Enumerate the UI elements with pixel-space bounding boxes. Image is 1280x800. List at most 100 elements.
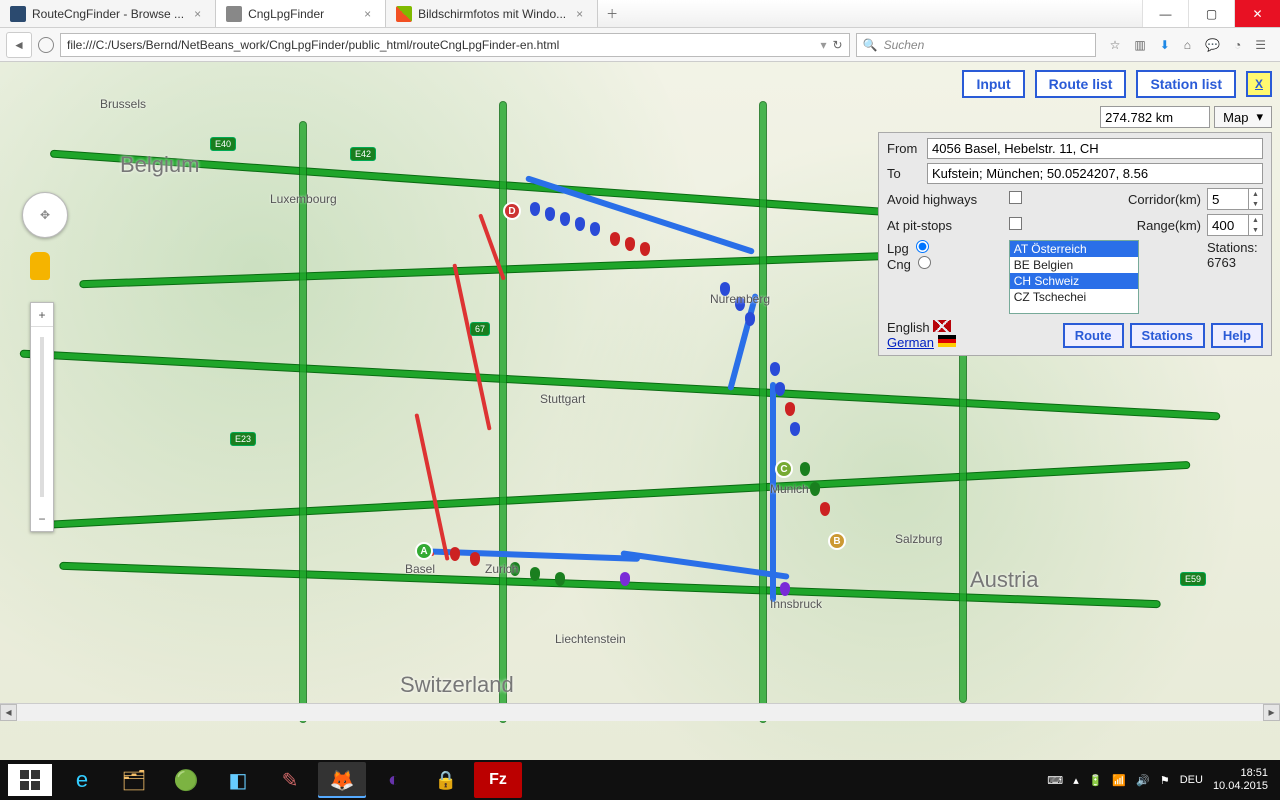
help-button[interactable]: Help: [1211, 323, 1263, 348]
tab-label: CngLpgFinder: [248, 7, 354, 21]
clock-date[interactable]: 10.04.2015: [1213, 780, 1268, 793]
flag-icon[interactable]: ⚑: [1160, 774, 1170, 787]
waypoint-c[interactable]: C: [775, 460, 793, 478]
avoid-highways-checkbox[interactable]: [1009, 191, 1022, 204]
keyboard-icon[interactable]: ⌨: [1047, 774, 1063, 787]
taskbar-app-generic[interactable]: ✎: [266, 762, 314, 798]
clock-time[interactable]: 18:51: [1213, 767, 1268, 780]
route-button[interactable]: Route: [1063, 323, 1124, 348]
country-label: Switzerland: [400, 672, 514, 698]
close-icon[interactable]: ×: [190, 7, 205, 21]
german-link[interactable]: German: [887, 335, 934, 350]
close-overlay-button[interactable]: X: [1246, 71, 1272, 97]
input-button[interactable]: Input: [962, 70, 1024, 98]
stations-label: Stations:: [1207, 240, 1263, 255]
zoom-out-button[interactable]: −: [31, 507, 53, 531]
pan-control[interactable]: ✥: [22, 192, 68, 238]
dropdown-icon[interactable]: ▾: [821, 38, 827, 52]
browser-tab[interactable]: CngLpgFinder ×: [216, 0, 386, 27]
taskbar-app-netbeans[interactable]: ◧: [214, 762, 262, 798]
url-text: file:///C:/Users/Bernd/NetBeans_work/Cng…: [67, 38, 559, 52]
chevron-down-icon: ▾: [1256, 109, 1263, 125]
route-list-button[interactable]: Route list: [1035, 70, 1127, 98]
taskbar-app-explorer[interactable]: 🗂: [110, 762, 158, 798]
taskbar-app-eclipse[interactable]: ◐: [370, 762, 418, 798]
map-type-select[interactable]: Map ▾: [1214, 106, 1272, 128]
cng-radio[interactable]: [918, 256, 931, 269]
pegman-icon[interactable]: [30, 252, 50, 280]
taskbar-app-filezilla[interactable]: Fz: [474, 762, 522, 798]
home-icon[interactable]: ⌂: [1184, 38, 1191, 52]
country-option[interactable]: CZ Tschechei: [1010, 289, 1138, 305]
volume-icon[interactable]: 🔊: [1136, 774, 1150, 787]
from-label: From: [884, 136, 924, 161]
download-icon[interactable]: ⬇: [1160, 38, 1170, 52]
lpg-label: Lpg: [887, 241, 909, 256]
search-bar[interactable]: 🔍 Suchen: [856, 33, 1096, 57]
range-input[interactable]: [1208, 215, 1248, 235]
lpg-radio[interactable]: [916, 240, 929, 253]
taskbar-app-ie[interactable]: e: [58, 762, 106, 798]
taskbar-app-chrome[interactable]: 🟢: [162, 762, 210, 798]
minimize-button[interactable]: —: [1142, 0, 1188, 27]
city-label: Innsbruck: [770, 597, 822, 611]
city-label: Munich: [770, 482, 809, 496]
battery-icon[interactable]: 🔋: [1089, 774, 1103, 787]
waypoint-a[interactable]: A: [415, 542, 433, 560]
menu-icon[interactable]: ☰: [1255, 38, 1266, 52]
reload-icon[interactable]: ↻: [833, 38, 843, 52]
station-list-button[interactable]: Station list: [1136, 70, 1236, 98]
close-icon[interactable]: ×: [572, 7, 587, 21]
range-stepper[interactable]: ▲▼: [1207, 214, 1263, 236]
address-bar[interactable]: file:///C:/Users/Bernd/NetBeans_work/Cng…: [60, 33, 850, 57]
to-input[interactable]: [927, 163, 1263, 184]
network-icon[interactable]: 📶: [1112, 774, 1126, 787]
bookmark-icon[interactable]: ☆: [1110, 38, 1121, 52]
search-icon: 🔍: [863, 38, 878, 52]
taskbar: e 🗂 🟢 ◧ ✎ 🦊 ◐ 🔒 Fz ⌨ ▴ 🔋 📶 🔊 ⚑ DEU 18:51…: [0, 760, 1280, 800]
reader-icon[interactable]: ▥: [1134, 38, 1145, 52]
chat-icon[interactable]: 💬: [1205, 38, 1220, 52]
de-flag-icon: [938, 335, 956, 347]
from-input[interactable]: [927, 138, 1263, 159]
favicon-icon: [226, 6, 242, 22]
scroll-right-icon[interactable]: ▸: [1263, 704, 1280, 721]
zoom-in-button[interactable]: +: [31, 303, 53, 327]
distance-field[interactable]: [1100, 106, 1210, 128]
country-option[interactable]: BE Belgien: [1010, 257, 1138, 273]
taskbar-app-firefox[interactable]: 🦊: [318, 762, 366, 798]
waypoint-b[interactable]: B: [828, 532, 846, 550]
back-button[interactable]: ◄: [6, 32, 32, 58]
stations-button[interactable]: Stations: [1130, 323, 1205, 348]
country-option[interactable]: AT Österreich: [1010, 241, 1138, 257]
browser-tab[interactable]: Bildschirmfotos mit Windo... ×: [386, 0, 598, 27]
search-placeholder: Suchen: [884, 38, 925, 52]
stations-count: 6763: [1207, 255, 1263, 270]
new-tab-button[interactable]: ＋: [598, 0, 626, 27]
map-canvas[interactable]: A B C D Belgium Switzerland Austria Brus…: [0, 62, 1280, 760]
english-link[interactable]: English: [887, 320, 930, 335]
corridor-stepper[interactable]: ▲▼: [1207, 188, 1263, 210]
browser-tab[interactable]: RouteCngFinder - Browse ... ×: [0, 0, 216, 27]
distance-row: Map ▾: [1100, 106, 1272, 128]
country-option[interactable]: CH Schweiz: [1010, 273, 1138, 289]
horizontal-scrollbar[interactable]: ◂ ▸: [0, 703, 1280, 720]
taskbar-app-lock[interactable]: 🔒: [422, 762, 470, 798]
maximize-button[interactable]: ▢: [1188, 0, 1234, 27]
tray-up-icon[interactable]: ▴: [1073, 774, 1079, 787]
city-label: Stuttgart: [540, 392, 585, 406]
language-indicator[interactable]: DEU: [1180, 774, 1203, 786]
corridor-input[interactable]: [1208, 189, 1248, 209]
zoom-slider[interactable]: [31, 327, 53, 507]
pitstops-checkbox[interactable]: [1009, 217, 1022, 230]
country-listbox[interactable]: AT Österreich BE Belgien CH Schweiz CZ T…: [1009, 240, 1139, 314]
tab-label: RouteCngFinder - Browse ...: [32, 7, 184, 21]
close-button[interactable]: ✕: [1234, 0, 1280, 27]
start-button[interactable]: [6, 762, 54, 798]
scroll-left-icon[interactable]: ◂: [0, 704, 17, 721]
pocket-icon[interactable]: ◔: [1234, 38, 1241, 52]
favicon-icon: [10, 6, 26, 22]
waypoint-d[interactable]: D: [503, 202, 521, 220]
close-icon[interactable]: ×: [360, 7, 375, 21]
globe-icon: [38, 37, 54, 53]
